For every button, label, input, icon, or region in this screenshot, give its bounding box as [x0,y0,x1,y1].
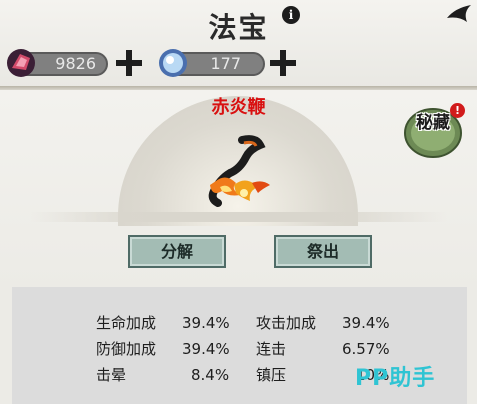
stat-value: 39.4% [182,340,230,358]
stat-value: 39.4% [182,314,230,332]
blue-orb-icon [159,49,187,77]
stat-value: 39.4% [342,314,390,332]
flame-whip-icon[interactable] [200,135,280,210]
stat-value: 6.57% [342,340,390,358]
stat-label: 攻击加成 [256,314,317,332]
gem-count: 9826 [55,54,96,73]
deploy-button[interactable]: 祭出 [274,235,372,268]
stat-label: 击晕 [96,366,127,384]
watermark-text: PP助手 [355,366,436,391]
stat-label: 生命加成 [96,314,157,332]
info-icon[interactable]: i [282,6,300,24]
stat-label: 防御加成 [96,340,157,358]
stat-label: 镇压 [256,366,287,384]
add-orbs-button[interactable] [270,50,296,76]
secret-collection-label: 秘藏 [416,113,450,133]
page-title: 法宝 [208,11,269,44]
altar-ground [30,212,447,222]
stat-value: 8.4% [191,366,230,384]
orb-count: 177 [210,54,241,73]
stat-label: 连击 [256,340,287,358]
red-gem-icon [7,49,35,77]
close-brush-icon[interactable] [445,2,473,26]
add-gems-button[interactable] [116,50,142,76]
decompose-button[interactable]: 分解 [128,235,226,268]
notification-badge: ! [450,103,465,118]
